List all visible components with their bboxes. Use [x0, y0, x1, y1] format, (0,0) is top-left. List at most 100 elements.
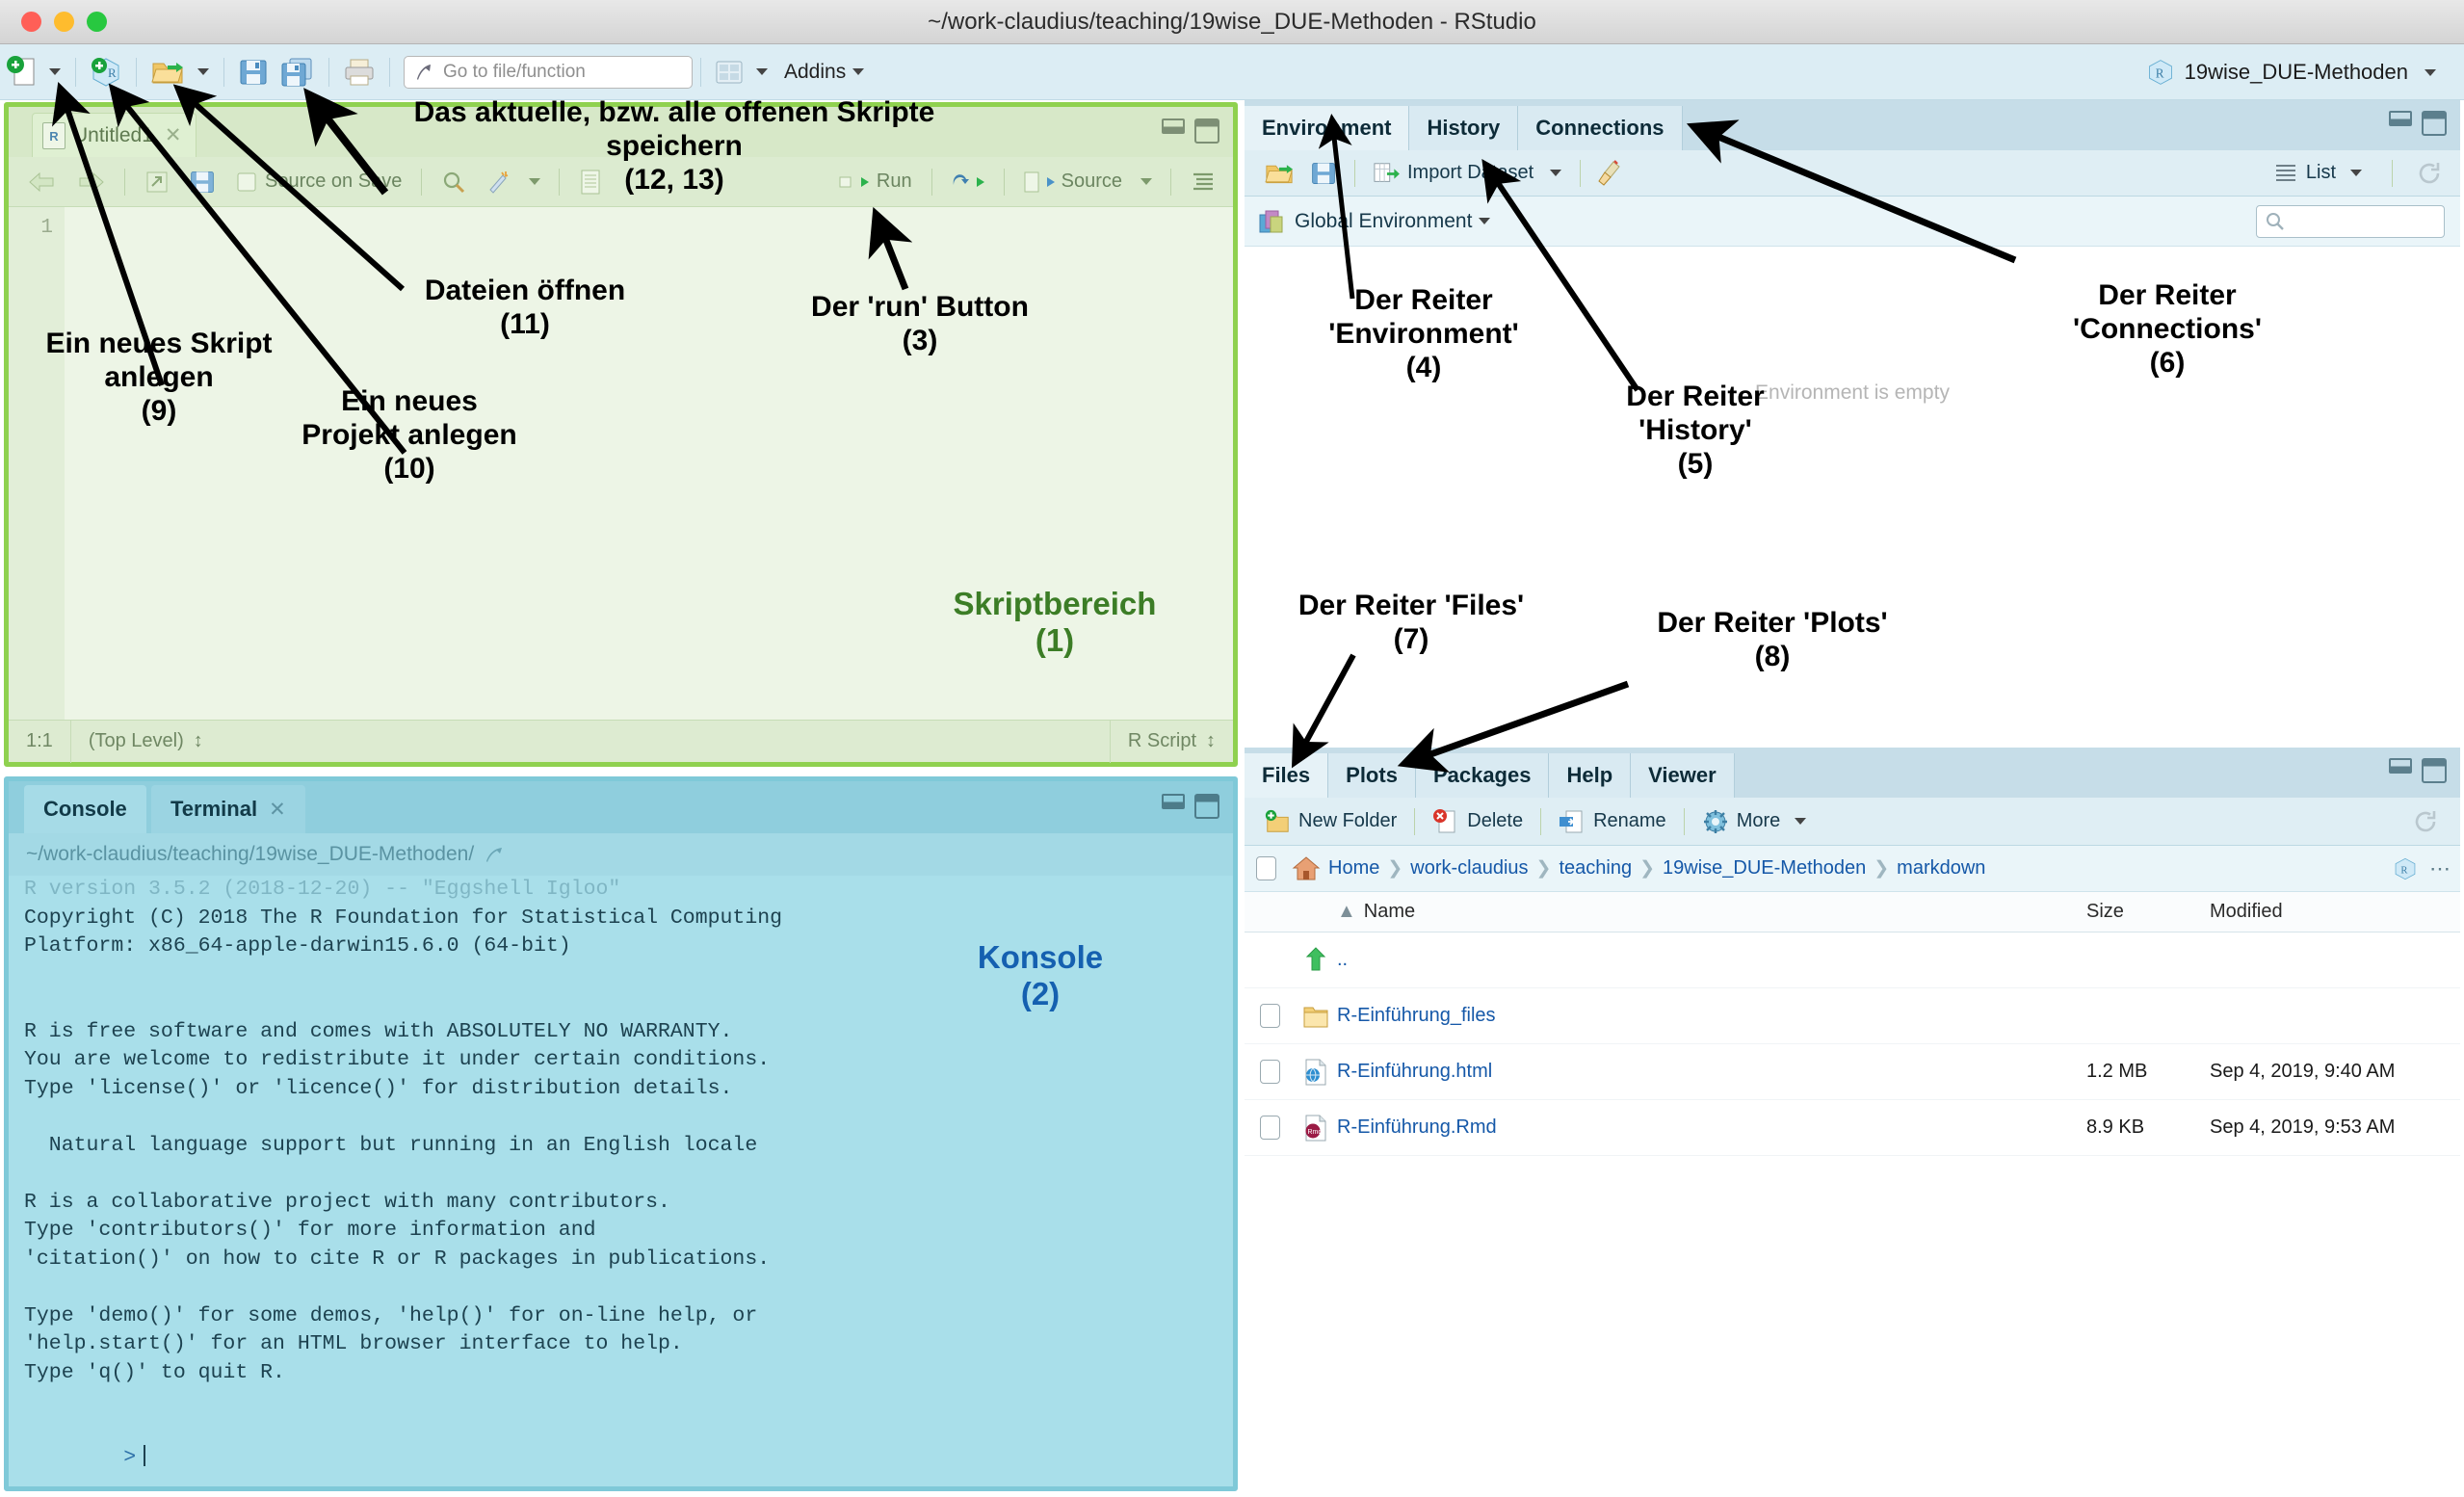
scope-selector[interactable]: (Top Level) ↕ — [69, 720, 221, 763]
tab-terminal[interactable]: Terminal ✕ — [151, 785, 305, 833]
row-checkbox[interactable] — [1245, 1060, 1295, 1084]
document-outline-button[interactable] — [1183, 171, 1223, 194]
source-tab-untitled1[interactable]: R Untitled1 ✕ — [32, 113, 197, 157]
show-in-new-window-button[interactable] — [137, 170, 177, 195]
toolbar-divider — [389, 57, 390, 87]
environment-view-mode-button[interactable]: List — [2267, 162, 2374, 184]
breadcrumb-item-teaching[interactable]: teaching — [1559, 857, 1632, 880]
source-back-button[interactable] — [20, 171, 65, 193]
environment-scope-dropdown-icon[interactable] — [1479, 218, 1491, 224]
file-name-link[interactable]: .. — [1337, 949, 2086, 971]
scope-stepper-icon[interactable]: ↕ — [194, 730, 203, 752]
column-header-modified[interactable]: Modified — [2210, 901, 2460, 923]
breadcrumb-item-project[interactable]: 19wise_DUE-Methoden — [1663, 857, 1866, 880]
view-mode-dropdown-icon[interactable] — [2350, 170, 2362, 176]
delete-button[interactable]: Delete — [1425, 808, 1531, 835]
close-icon[interactable]: ✕ — [165, 123, 182, 147]
tab-history-label: History — [1427, 116, 1501, 140]
environment-pane-window-buttons[interactable] — [2389, 111, 2447, 136]
up-arrow-icon — [1295, 946, 1337, 975]
table-row[interactable]: .. — [1245, 932, 2460, 988]
more-dropdown-icon[interactable] — [1795, 818, 1807, 825]
source-forward-button[interactable] — [68, 171, 113, 193]
tab-console[interactable]: Console — [24, 785, 146, 833]
popout-icon[interactable] — [484, 844, 507, 865]
print-button[interactable] — [337, 49, 381, 95]
toolbar-divider — [700, 57, 701, 87]
source-save-button[interactable] — [181, 169, 223, 196]
breadcrumb-item-work-claudius[interactable]: work-claudius — [1410, 857, 1528, 880]
addins-label[interactable]: Addins — [784, 61, 846, 84]
more-button[interactable]: More — [1694, 808, 1822, 835]
file-name-link[interactable]: R-Einführung_files — [1337, 1005, 2086, 1027]
tab-files[interactable]: Files — [1245, 753, 1329, 798]
maximize-pane-icon[interactable] — [2422, 111, 2447, 136]
home-icon[interactable] — [1292, 854, 1321, 883]
file-type-selector[interactable]: R Script ↕ — [1109, 720, 1233, 763]
source-pane-window-buttons[interactable] — [1162, 118, 1219, 144]
tab-plots[interactable]: Plots — [1328, 753, 1416, 798]
minimize-pane-icon[interactable] — [1162, 794, 1185, 809]
r-project-icon[interactable]: R — [2393, 856, 2418, 881]
refresh-files-button[interactable] — [2404, 808, 2447, 835]
breadcrumb-item-home[interactable]: Home — [1328, 857, 1379, 880]
new-file-button[interactable] — [0, 49, 42, 95]
source-button[interactable]: Source — [1016, 171, 1130, 194]
addins-dropdown-icon[interactable] — [852, 68, 865, 75]
project-dropdown-icon[interactable] — [2425, 68, 2436, 76]
files-pane-window-buttons[interactable] — [2389, 758, 2447, 783]
tab-console-label: Console — [43, 797, 127, 821]
select-all-checkbox[interactable] — [1256, 856, 1276, 880]
open-file-dropdown-icon[interactable] — [197, 68, 209, 75]
minimize-pane-icon[interactable] — [1162, 118, 1185, 134]
file-type-stepper-icon[interactable]: ↕ — [1206, 730, 1216, 752]
table-row[interactable]: R-Einführung.html 1.2 MB Sep 4, 2019, 9:40… — [1245, 1044, 2460, 1100]
breadcrumb-item-markdown[interactable]: markdown — [1897, 857, 1985, 880]
source-dropdown-icon[interactable] — [1140, 178, 1152, 185]
panes-dropdown-icon[interactable] — [756, 68, 768, 75]
tab-help[interactable]: Help — [1549, 753, 1632, 798]
save-all-button[interactable] — [275, 49, 321, 95]
maximize-pane-icon[interactable] — [1194, 794, 1219, 819]
import-dataset-dropdown-icon[interactable] — [1550, 170, 1562, 176]
maximize-pane-icon[interactable] — [2422, 758, 2447, 783]
rename-button[interactable]: Rename — [1551, 808, 1674, 835]
goto-file-function-input[interactable]: Go to file/function — [404, 55, 693, 89]
environment-empty-message: Environment is empty — [1755, 381, 1950, 404]
load-workspace-button[interactable] — [1258, 160, 1300, 187]
tab-environment[interactable]: Environment — [1245, 106, 1410, 150]
clear-objects-button[interactable] — [1592, 159, 1629, 187]
column-header-name[interactable]: ▲ Name — [1337, 901, 2086, 923]
row-checkbox[interactable] — [1245, 1004, 1295, 1028]
save-button[interactable] — [232, 49, 275, 95]
maximize-pane-icon[interactable] — [1194, 118, 1219, 144]
tab-connections[interactable]: Connections — [1518, 106, 1683, 150]
tab-history[interactable]: History — [1409, 106, 1519, 150]
console-pane-window-buttons[interactable] — [1162, 794, 1219, 819]
import-dataset-button[interactable]: Import Dataset — [1367, 161, 1539, 186]
close-icon[interactable]: ✕ — [269, 798, 286, 822]
minimize-pane-icon[interactable] — [2389, 758, 2412, 774]
new-file-dropdown-icon[interactable] — [49, 68, 61, 75]
new-project-button[interactable]: R — [84, 49, 128, 95]
open-file-button[interactable] — [144, 49, 191, 95]
tab-viewer[interactable]: Viewer — [1631, 753, 1735, 798]
refresh-environment-button[interactable] — [2410, 160, 2449, 187]
column-header-size[interactable]: Size — [2086, 901, 2210, 923]
table-row[interactable]: Rmd R-Einführung.Rmd 8.9 KB Sep 4, 2019, 9:… — [1245, 1100, 2460, 1156]
environment-search-input[interactable] — [2256, 204, 2445, 238]
project-indicator[interactable]: R 19wise_DUE-Methoden — [2146, 44, 2443, 100]
row-checkbox[interactable] — [1245, 1116, 1295, 1140]
file-name-link[interactable]: R-Einführung.Rmd — [1337, 1116, 2086, 1139]
new-folder-button[interactable]: New Folder — [1256, 808, 1404, 835]
table-row[interactable]: R-Einführung_files — [1245, 988, 2460, 1044]
workspace-panes-button[interactable] — [709, 49, 749, 95]
console-prompt-line[interactable]: > — [24, 1416, 1233, 1487]
file-name-link[interactable]: R-Einführung.html — [1337, 1061, 2086, 1083]
console-working-directory[interactable]: ~/work-claudius/teaching/19wise_DUE-Meth… — [9, 833, 1233, 876]
save-workspace-button[interactable] — [1304, 160, 1343, 187]
minimize-pane-icon[interactable] — [2389, 111, 2412, 126]
tab-packages[interactable]: Packages — [1415, 753, 1550, 798]
ellipsis-icon[interactable]: ⋯ — [2429, 856, 2451, 881]
